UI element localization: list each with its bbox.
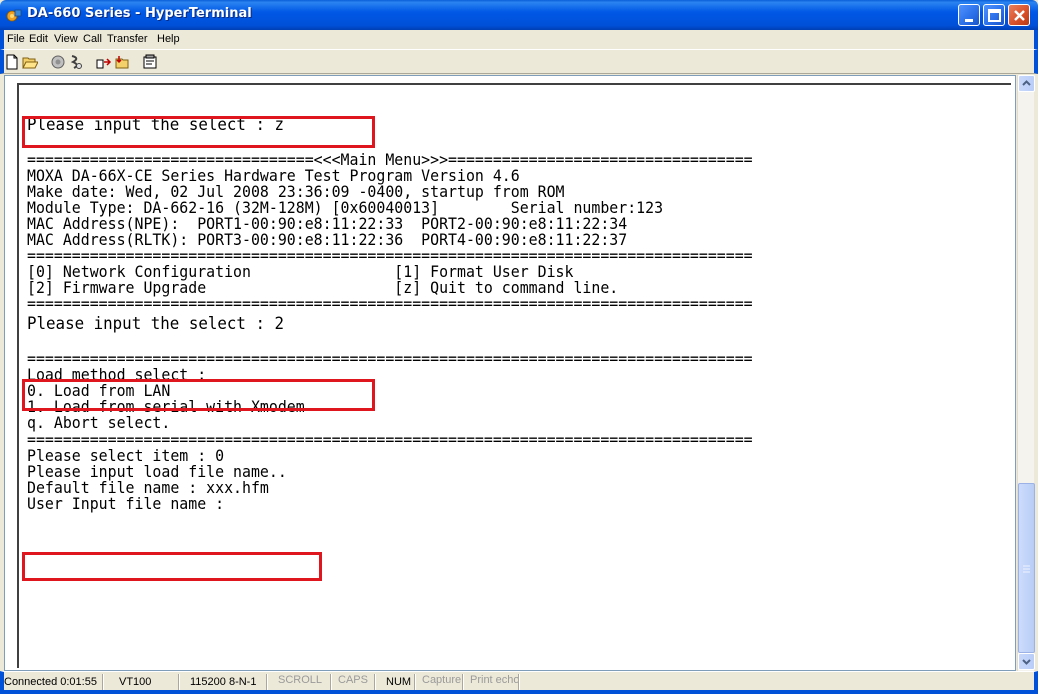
status-caps: CAPS — [338, 674, 368, 686]
terminal-line: Please input the select : 2 — [27, 314, 284, 334]
highlight-box-select-2 — [22, 379, 375, 411]
status-divider — [102, 674, 104, 690]
maximize-button[interactable] — [983, 4, 1005, 26]
status-capture: Capture — [422, 674, 462, 686]
menu-edit[interactable]: Edit — [29, 33, 48, 45]
send-icon[interactable] — [96, 54, 112, 70]
status-connected: Connected 0:01:55 — [4, 676, 97, 688]
menu-transfer[interactable]: Transfer — [107, 33, 148, 45]
scroll-down-button[interactable] — [1018, 653, 1035, 670]
scrollbar-thumb[interactable] — [1018, 483, 1035, 653]
minimize-button[interactable] — [958, 4, 980, 26]
toolbar — [0, 49, 1038, 74]
status-divider — [266, 674, 268, 690]
close-button[interactable] — [1008, 4, 1030, 26]
status-bar: Connected 0:01:55 VT100 115200 8-N-1 SCR… — [0, 671, 1038, 694]
terminal-line: q. Abort select. — [27, 413, 171, 432]
menu-bar: File Edit View Call Transfer Help — [0, 30, 1038, 49]
properties-icon[interactable] — [142, 54, 158, 70]
hyperterminal-icon — [6, 7, 22, 23]
menu-view[interactable]: View — [54, 33, 78, 45]
status-num: NUM — [386, 676, 412, 688]
status-divider — [518, 674, 520, 690]
status-divider — [414, 674, 416, 690]
status-divider — [462, 674, 464, 690]
new-icon[interactable] — [4, 54, 20, 70]
menu-help[interactable]: Help — [157, 33, 180, 45]
open-icon[interactable] — [22, 54, 39, 70]
status-divider — [178, 674, 180, 690]
status-divider — [330, 674, 332, 690]
highlight-box-select-z — [22, 116, 375, 148]
menu-file[interactable]: File — [7, 33, 25, 45]
status-emulation: VT100 — [119, 676, 152, 688]
terminal-line: ========================================… — [27, 294, 753, 313]
receive-icon[interactable] — [114, 54, 130, 70]
title-bar[interactable]: DA-660 Series - HyperTerminal — [0, 0, 1038, 30]
connect-icon[interactable] — [50, 54, 66, 70]
terminal-line: User Input file name : — [27, 494, 225, 513]
status-scroll: SCROLL — [278, 674, 323, 686]
scroll-up-button[interactable] — [1018, 75, 1035, 92]
terminal-screen[interactable]: Please input the select : z =============… — [4, 75, 1016, 671]
terminal-text-area[interactable]: Please input the select : z =============… — [17, 83, 1011, 668]
disconnect-icon[interactable] — [68, 54, 84, 70]
window-title: DA-660 Series - HyperTerminal — [27, 6, 252, 21]
status-settings: 115200 8-N-1 — [190, 676, 257, 688]
highlight-box-select-item-0 — [22, 552, 322, 581]
status-print-echo: Print echo — [470, 674, 520, 686]
status-divider — [374, 674, 376, 690]
terminal-window: Please input the select : z =============… — [4, 75, 1035, 671]
menu-call[interactable]: Call — [83, 33, 102, 45]
vertical-scrollbar[interactable] — [1017, 75, 1035, 671]
